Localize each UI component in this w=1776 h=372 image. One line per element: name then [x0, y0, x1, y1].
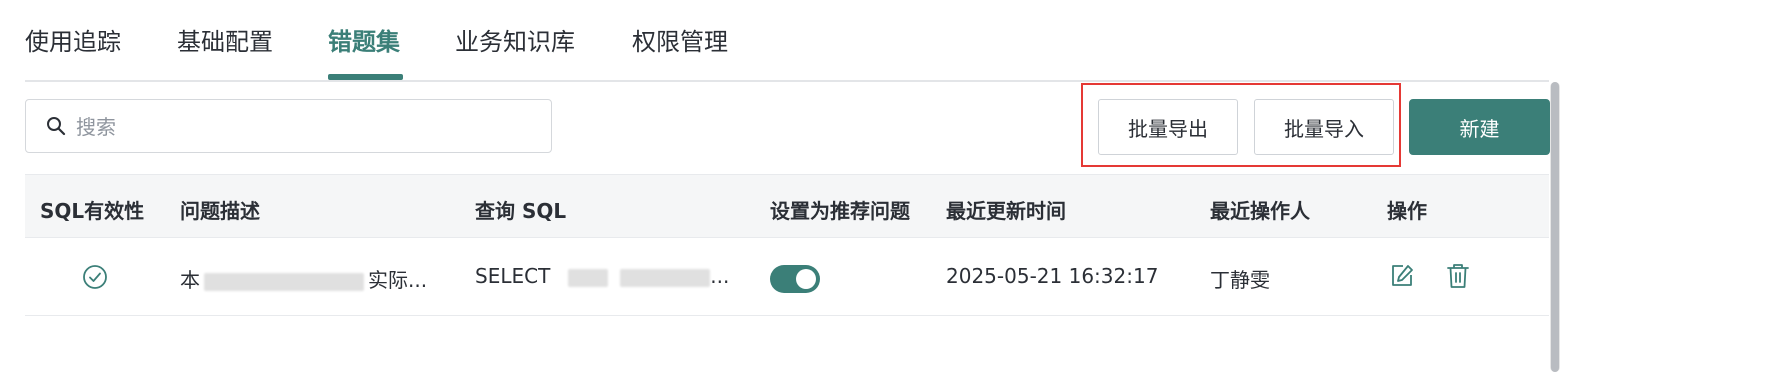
search-icon	[47, 117, 66, 136]
column-header-actions: 操作	[1387, 199, 1427, 223]
tab-permission-management[interactable]: 权限管理	[632, 22, 728, 57]
question-text-start: 本	[180, 268, 200, 292]
tab-error-collection[interactable]: 错题集	[328, 22, 400, 57]
scrollbar-thumb[interactable]	[1551, 82, 1559, 372]
column-header-sql: 查询 SQL	[475, 199, 567, 223]
tab-basic-config[interactable]: 基础配置	[177, 22, 273, 57]
table-header: SQL有效性 问题描述 查询 SQL 设置为推荐问题 最近更新时间 最近操作人 …	[25, 174, 1549, 238]
sql-text-end: ...	[710, 264, 730, 288]
redacted-text	[204, 272, 364, 291]
operator-cell: 丁静雯	[1210, 268, 1270, 292]
question-text-end: 实际...	[368, 268, 428, 292]
tab-usage-tracking[interactable]: 使用追踪	[25, 22, 121, 57]
edit-icon[interactable]	[1389, 263, 1415, 289]
column-header-question: 问题描述	[180, 199, 260, 223]
column-header-recommended: 设置为推荐问题	[770, 199, 910, 223]
batch-import-button[interactable]: 批量导入	[1254, 99, 1394, 155]
batch-export-button[interactable]: 批量导出	[1098, 99, 1238, 155]
column-header-updated-at: 最近更新时间	[946, 199, 1066, 223]
redacted-text	[620, 268, 711, 287]
trash-icon[interactable]	[1446, 263, 1470, 289]
recommended-toggle[interactable]	[770, 265, 820, 293]
column-header-operator: 最近操作人	[1210, 199, 1310, 223]
question-cell: 本 实际...	[180, 264, 427, 293]
search-input[interactable]	[74, 108, 538, 146]
search-box[interactable]	[25, 99, 552, 153]
tab-bar: 使用追踪 基础配置 错题集 业务知识库 权限管理	[25, 0, 1549, 82]
table-row[interactable]: 本 实际... SELECT... 2025-05-21 16:32:17 丁静雯	[25, 238, 1549, 316]
updated-at-cell: 2025-05-21 16:32:17	[946, 264, 1159, 288]
new-button[interactable]: 新建	[1409, 99, 1550, 155]
sql-cell: SELECT...	[475, 264, 729, 288]
active-tab-indicator	[328, 74, 403, 80]
check-circle-icon	[83, 265, 107, 289]
sql-text-start: SELECT	[475, 264, 551, 288]
column-header-sql-validity: SQL有效性	[40, 199, 145, 223]
tab-business-knowledge[interactable]: 业务知识库	[455, 22, 575, 57]
redacted-text	[568, 268, 609, 287]
toggle-knob	[796, 269, 816, 289]
